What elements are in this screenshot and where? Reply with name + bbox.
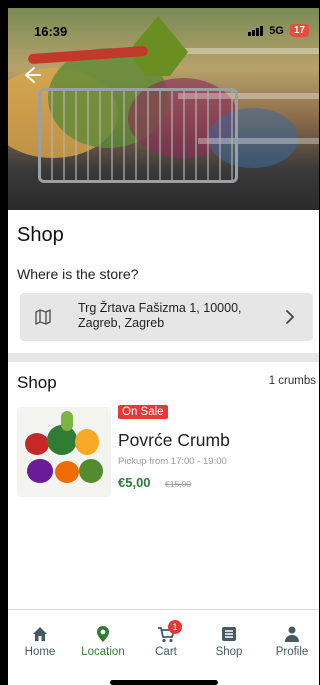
section-divider [8, 353, 319, 362]
product-price: €5,00 [118, 475, 151, 490]
tab-label: Cart [155, 646, 177, 658]
tab-location[interactable]: Location [73, 624, 133, 658]
tab-label: Location [81, 646, 125, 658]
store-title: Shop [17, 224, 64, 246]
cart-count-badge: 1 [168, 620, 182, 634]
tab-label: Profile [275, 646, 309, 658]
tab-home[interactable]: Home [10, 624, 70, 658]
listing-title: Shop [17, 373, 57, 392]
bottom-tab-bar: Home Location 1 Cart Shop Profile [8, 609, 319, 685]
battery-icon: 17 [289, 24, 309, 37]
list-icon [222, 627, 236, 641]
home-indicator [110, 680, 218, 685]
where-label: Where is the store? [17, 266, 139, 282]
back-arrow-icon[interactable] [20, 64, 42, 86]
home-icon [33, 627, 47, 641]
tab-profile[interactable]: Profile [262, 624, 319, 658]
chevron-right-icon [286, 310, 294, 324]
crumbs-count: 1 crumbs [268, 375, 316, 387]
product-old-price: €15,00 [165, 479, 191, 489]
tab-label: Shop [215, 646, 243, 658]
status-time: 16:39 [34, 24, 68, 39]
tab-cart[interactable]: 1 Cart [136, 620, 196, 658]
address-card[interactable]: Trg Žrtava Fašizma 1, 10000, Zagreb, Zag… [20, 293, 313, 341]
map-icon [35, 309, 51, 325]
phone-frame: 16:39 5G 17 Shop Where is the store? Trg… [0, 0, 319, 685]
product-name: Povrće Crumb [118, 430, 230, 450]
product-image [17, 407, 111, 497]
product-card[interactable]: On Sale Povrće Crumb Pickup from 17:00 -… [17, 399, 317, 499]
location-icon [97, 626, 109, 642]
signal-icon [248, 25, 264, 36]
pickup-time: Pickup from 17:00 - 19:00 [118, 456, 227, 467]
person-icon [285, 626, 299, 642]
sale-badge: On Sale [118, 405, 168, 419]
store-address: Trg Žrtava Fašizma 1, 10000, Zagreb, Zag… [78, 301, 242, 330]
tab-shop[interactable]: Shop [199, 624, 259, 658]
app-screen: 16:39 5G 17 Shop Where is the store? Trg… [8, 8, 319, 685]
status-bar: 16:39 5G 17 [8, 8, 319, 39]
tab-label: Home [24, 646, 56, 658]
network-label: 5G [269, 24, 284, 37]
